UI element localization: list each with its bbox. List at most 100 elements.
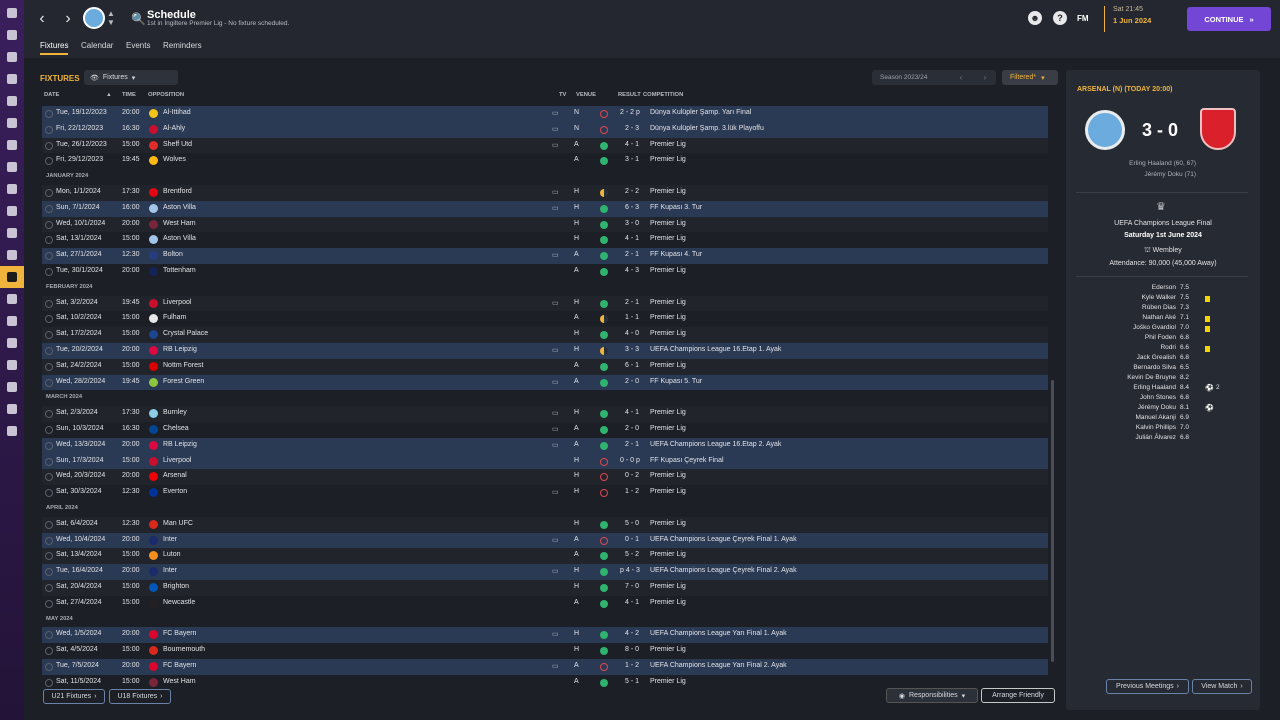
opponent-crest-icon[interactable] bbox=[149, 187, 158, 197]
fixture-competition[interactable]: FF Kupası 3. Tur bbox=[650, 204, 702, 211]
fixture-competition[interactable]: Premier Lig bbox=[650, 678, 686, 685]
player-name[interactable]: Rúben Dias bbox=[1142, 304, 1176, 311]
opponent-crest-icon[interactable] bbox=[149, 409, 158, 419]
opponent-name[interactable]: West Ham bbox=[163, 220, 196, 227]
lineup-player[interactable]: Rúben Dias 7.3 bbox=[1096, 304, 1256, 314]
opponent-name[interactable]: Forest Green bbox=[163, 378, 204, 385]
fixture-row[interactable]: Sat, 20/4/2024 15:00 Brighton H 7 - 0 Premier… bbox=[42, 579, 1048, 596]
fixture-competition[interactable]: UEFA Champions League 16.Etap 2. Ayak bbox=[650, 441, 781, 448]
row-select-radio[interactable] bbox=[45, 410, 53, 419]
opponent-crest-icon[interactable] bbox=[149, 109, 158, 118]
row-select-radio[interactable] bbox=[45, 536, 53, 545]
player-name[interactable]: Julián Álvarez bbox=[1136, 434, 1176, 441]
fixture-row[interactable]: Sat, 6/4/2024 12:30 Man UFC H 5 - 0 Premier L… bbox=[42, 516, 1048, 533]
fixture-row[interactable]: Sat, 24/2/2024 15:00 Nottm Forest A 6 - 1 Pre… bbox=[42, 358, 1048, 375]
opponent-crest-icon[interactable] bbox=[149, 298, 158, 308]
row-select-radio[interactable] bbox=[45, 315, 53, 324]
opponent-name[interactable]: Aston Villa bbox=[163, 235, 196, 242]
fixture-score[interactable]: 4 - 1 bbox=[625, 599, 639, 606]
fixture-competition[interactable]: Premier Lig bbox=[650, 599, 686, 606]
fixture-competition[interactable]: UEFA Champions League Yarı Final 1. Ayak bbox=[650, 630, 787, 637]
fixture-row[interactable]: Sat, 10/2/2024 15:00 Fulham A 1 - 1 Premier L… bbox=[42, 311, 1048, 328]
social-icon[interactable]: ☻ bbox=[1028, 11, 1042, 25]
row-select-radio[interactable] bbox=[45, 631, 53, 640]
fixture-row[interactable]: Wed, 20/3/2024 20:00 Arsenal H 0 - 2 Premier … bbox=[42, 469, 1048, 486]
fixture-row[interactable]: Sat, 27/1/2024 12:30 Bolton ▭ A 2 - 1 FF Kupas… bbox=[42, 248, 1048, 264]
opponent-name[interactable]: Bournemouth bbox=[163, 646, 205, 653]
nav-clubs-hub-icon[interactable] bbox=[0, 398, 24, 420]
fixture-score[interactable]: 2 - 2 p bbox=[620, 109, 640, 116]
opponent-name[interactable]: West Ham bbox=[163, 678, 196, 685]
row-select-radio[interactable] bbox=[45, 267, 53, 276]
opponent-crest-icon[interactable] bbox=[149, 535, 158, 545]
col-date[interactable]: DATE bbox=[44, 92, 59, 98]
forward-arrow-icon[interactable]: › bbox=[58, 9, 78, 29]
row-select-radio[interactable] bbox=[45, 299, 53, 308]
continue-button[interactable]: CONTINUE » bbox=[1187, 7, 1271, 31]
fixture-score[interactable]: 4 - 3 bbox=[625, 267, 639, 274]
opponent-crest-icon[interactable] bbox=[149, 219, 158, 229]
opponent-crest-icon[interactable] bbox=[149, 582, 158, 592]
fixture-row[interactable]: Fri, 22/12/2023 16:30 Al-Ahly ▭ N 2 - 3 Dünya … bbox=[42, 121, 1048, 138]
col-competition[interactable]: COMPETITION bbox=[643, 92, 683, 98]
nav-home-icon[interactable] bbox=[0, 2, 24, 24]
fixture-row[interactable]: Tue, 7/5/2024 20:00 FC Bayern ▭ A 1 - 2 UEFA C… bbox=[42, 658, 1048, 675]
nav-competitions-icon[interactable] bbox=[0, 288, 24, 310]
fixture-row[interactable]: Wed, 10/1/2024 20:00 West Ham H 3 - 0 Premier… bbox=[42, 216, 1048, 233]
opponent-name[interactable]: Crystal Palace bbox=[163, 330, 208, 337]
opponent-crest-icon[interactable] bbox=[149, 551, 158, 561]
fixture-competition[interactable]: Dünya Kulüpler Şamp. Yarı Final bbox=[650, 109, 751, 116]
opponent-crest-icon[interactable] bbox=[149, 156, 158, 166]
fixture-competition[interactable]: Premier Lig bbox=[650, 330, 686, 337]
opponent-name[interactable]: Brighton bbox=[163, 583, 189, 590]
col-venue[interactable]: VENUE bbox=[576, 92, 596, 98]
opponent-name[interactable]: FC Bayern bbox=[163, 630, 196, 637]
player-name[interactable]: Manuel Akanji bbox=[1136, 414, 1176, 421]
row-select-radio[interactable] bbox=[45, 362, 53, 371]
player-name[interactable]: Jack Grealish bbox=[1137, 354, 1176, 361]
opponent-name[interactable]: Liverpool bbox=[163, 457, 191, 464]
fixture-competition[interactable]: Premier Lig bbox=[650, 472, 686, 479]
opponent-name[interactable]: Al-Ittihad bbox=[163, 109, 191, 116]
opponent-name[interactable]: Chelsea bbox=[163, 425, 189, 432]
fixture-competition[interactable]: UEFA Champions League Çeyrek Final 1. Ay… bbox=[650, 536, 797, 543]
row-select-radio[interactable] bbox=[45, 236, 53, 245]
opponent-crest-icon[interactable] bbox=[149, 661, 158, 671]
row-select-radio[interactable] bbox=[45, 583, 53, 592]
opponent-name[interactable]: Bolton bbox=[163, 251, 183, 258]
opponent-name[interactable]: Inter bbox=[163, 536, 177, 543]
opponent-name[interactable]: Everton bbox=[163, 488, 187, 495]
fixture-competition[interactable]: Premier Lig bbox=[650, 583, 686, 590]
row-select-radio[interactable] bbox=[45, 647, 53, 656]
opponent-crest-icon[interactable] bbox=[149, 203, 158, 213]
search-icon[interactable]: 🔍 bbox=[131, 12, 146, 26]
nav-tactics-icon[interactable] bbox=[0, 90, 24, 112]
back-arrow-icon[interactable]: ‹ bbox=[32, 9, 52, 29]
row-select-radio[interactable] bbox=[45, 473, 53, 482]
nav-club-info-icon[interactable] bbox=[0, 354, 24, 376]
opponent-name[interactable]: Man UFC bbox=[163, 520, 193, 527]
fixture-row[interactable]: Mon, 1/1/2024 17:30 Brentford ▭ H 2 - 2 Premie… bbox=[42, 184, 1048, 201]
fixture-score[interactable]: 1 - 2 bbox=[625, 488, 639, 495]
row-select-radio[interactable] bbox=[45, 441, 53, 450]
tab-reminders[interactable]: Reminders bbox=[163, 41, 202, 50]
fixture-competition[interactable]: Premier Lig bbox=[650, 235, 686, 242]
lineup-player[interactable]: Jack Grealish 6.8 bbox=[1096, 354, 1256, 364]
fixture-score[interactable]: 2 - 3 bbox=[625, 125, 639, 132]
scrollbar[interactable] bbox=[1051, 380, 1054, 662]
opponent-crest-icon[interactable] bbox=[149, 677, 158, 687]
nav-schedule-icon[interactable] bbox=[0, 266, 24, 288]
fixture-row[interactable]: Sun, 17/3/2024 15:00 Liverpool H 0 - 0 p FF K… bbox=[42, 453, 1048, 470]
opponent-crest-icon[interactable] bbox=[149, 598, 158, 608]
fixture-row[interactable]: Tue, 20/2/2024 20:00 RB Leipzig ▭ H 3 - 3 UEFA… bbox=[42, 342, 1048, 359]
fixture-score[interactable]: 6 - 1 bbox=[625, 362, 639, 369]
fixture-competition[interactable]: Premier Lig bbox=[650, 156, 686, 163]
fixture-row[interactable]: Wed, 28/2/2024 19:45 Forest Green ▭ A 2 - 0 FF… bbox=[42, 374, 1048, 391]
opponent-crest-icon[interactable] bbox=[149, 361, 158, 371]
fixture-competition[interactable]: Premier Lig bbox=[650, 646, 686, 653]
nav-inbox-icon[interactable] bbox=[0, 24, 24, 46]
fixture-score[interactable]: 4 - 2 bbox=[625, 630, 639, 637]
row-select-radio[interactable] bbox=[45, 157, 53, 166]
row-select-radio[interactable] bbox=[45, 220, 53, 229]
opponent-crest-icon[interactable] bbox=[149, 440, 158, 450]
